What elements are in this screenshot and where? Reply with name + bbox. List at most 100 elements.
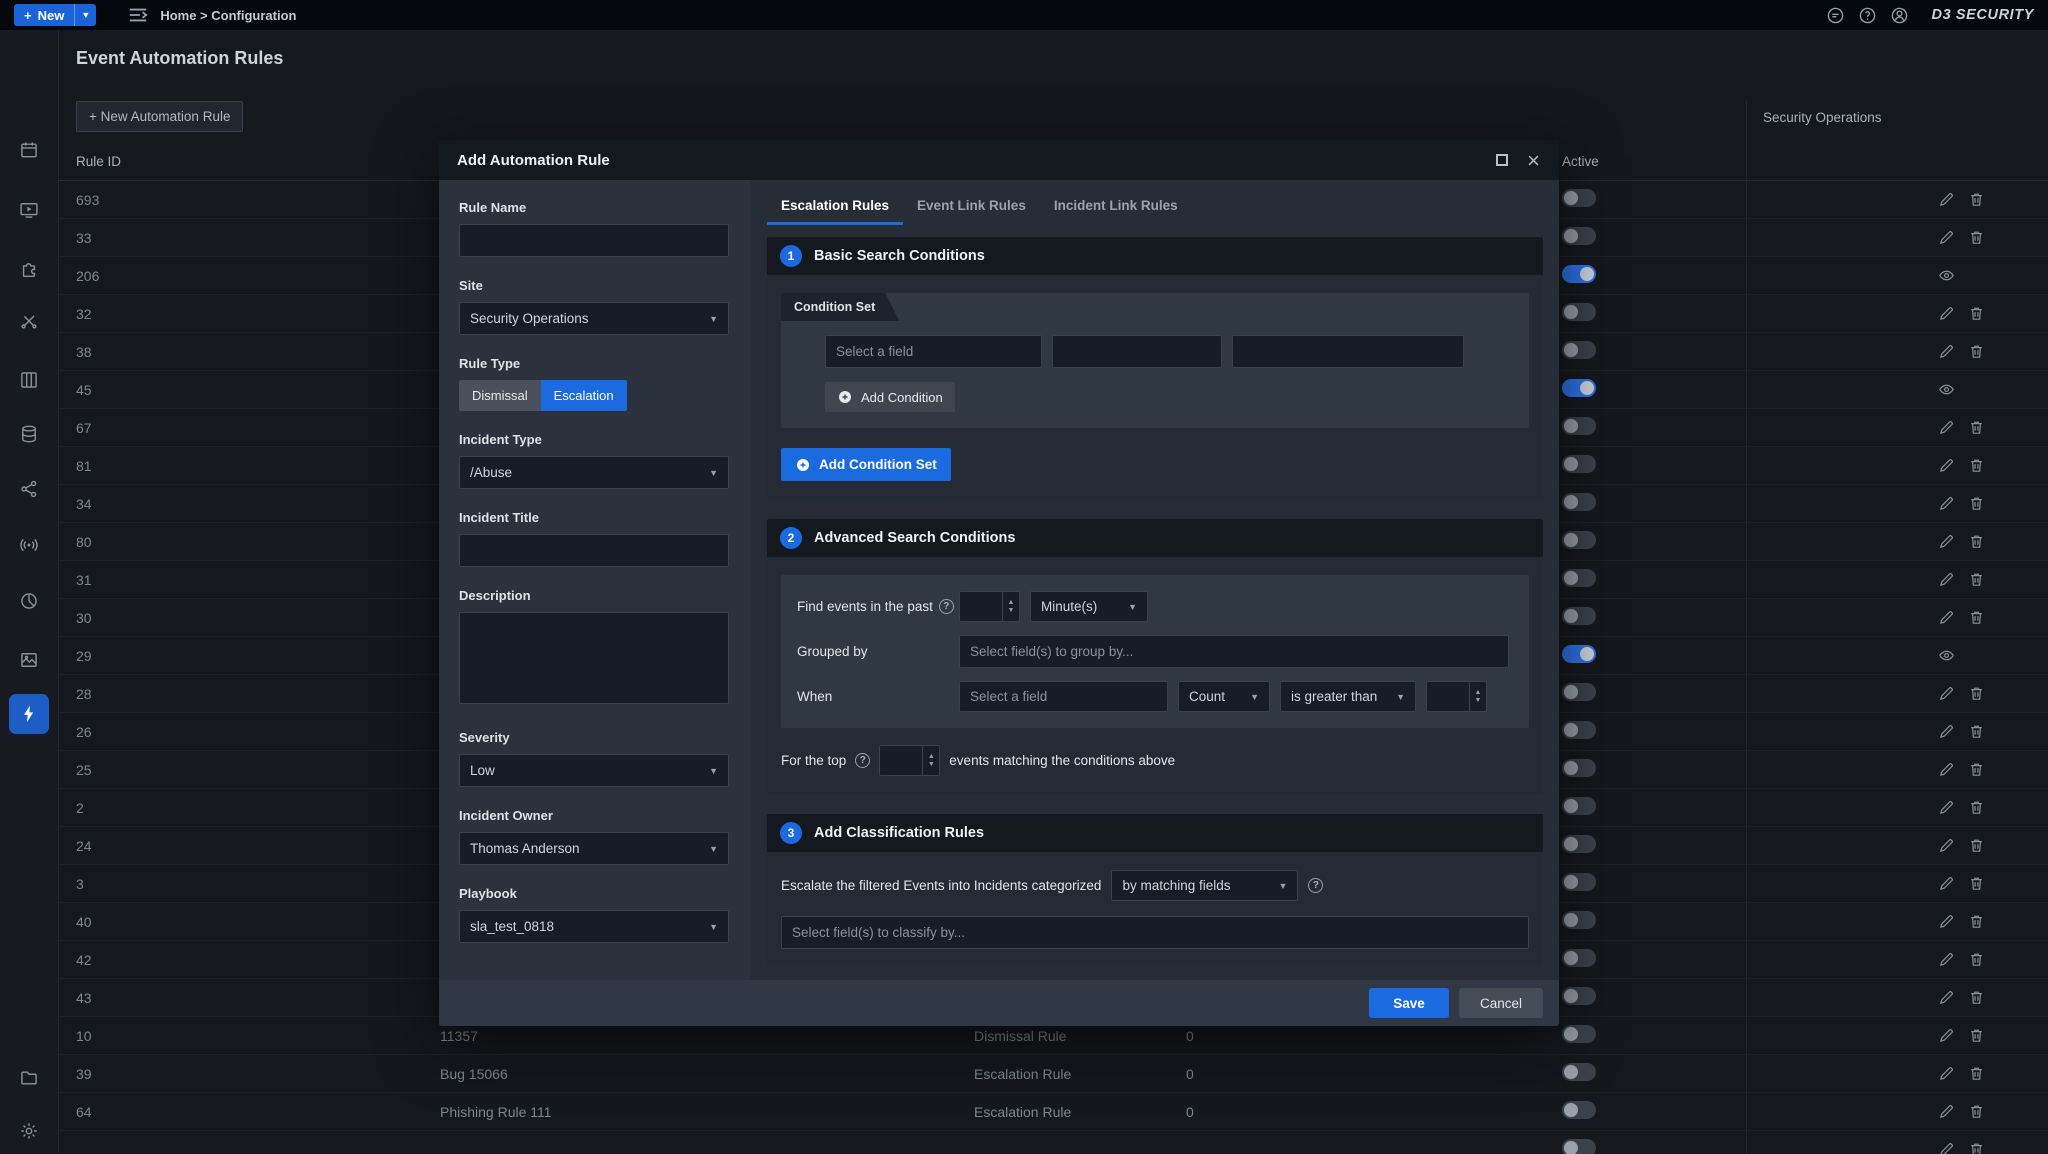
rule-name-input[interactable] — [459, 224, 729, 257]
active-toggle[interactable] — [1562, 797, 1596, 815]
add-condition-button[interactable]: Add Condition — [825, 382, 955, 412]
active-toggle[interactable] — [1562, 949, 1596, 967]
delete-trash-icon[interactable] — [1968, 191, 1985, 208]
active-toggle[interactable] — [1562, 607, 1596, 625]
active-toggle[interactable] — [1562, 1139, 1596, 1154]
active-toggle[interactable] — [1562, 303, 1596, 321]
tools-icon[interactable] — [9, 301, 49, 341]
new-split-button[interactable]: +New ▼ — [14, 4, 96, 26]
media-folder-icon[interactable] — [9, 1058, 49, 1098]
delete-trash-icon[interactable] — [1968, 875, 1985, 892]
grouped-by-input[interactable] — [959, 635, 1509, 668]
edit-pencil-icon[interactable] — [1938, 989, 1955, 1006]
delete-trash-icon[interactable] — [1968, 761, 1985, 778]
delete-trash-icon[interactable] — [1968, 343, 1985, 360]
integrations-puzzle-icon[interactable] — [9, 248, 49, 288]
add-condition-set-button[interactable]: Add Condition Set — [781, 448, 951, 481]
delete-trash-icon[interactable] — [1968, 305, 1985, 322]
active-toggle[interactable] — [1562, 265, 1596, 283]
board-icon[interactable] — [9, 360, 49, 400]
broadcast-icon[interactable] — [9, 525, 49, 565]
edit-pencil-icon[interactable] — [1938, 913, 1955, 930]
edit-pencil-icon[interactable] — [1938, 1141, 1955, 1154]
gallery-icon[interactable] — [9, 640, 49, 680]
edit-pencil-icon[interactable] — [1938, 571, 1955, 588]
active-toggle[interactable] — [1562, 379, 1596, 397]
active-toggle[interactable] — [1562, 683, 1596, 701]
delete-trash-icon[interactable] — [1968, 1065, 1985, 1082]
user-icon[interactable] — [1890, 6, 1909, 25]
delete-trash-icon[interactable] — [1968, 457, 1985, 474]
delete-trash-icon[interactable] — [1968, 419, 1985, 436]
help-icon[interactable]: ? — [939, 599, 954, 614]
site-select[interactable]: Security Operations▼ — [459, 302, 729, 335]
operator-select[interactable]: is greater than▼ — [1280, 681, 1416, 712]
condition-value-select[interactable] — [1232, 335, 1464, 368]
top-count-input[interactable] — [880, 746, 922, 775]
edit-pencil-icon[interactable] — [1938, 191, 1955, 208]
delete-trash-icon[interactable] — [1968, 951, 1985, 968]
monitor-play-icon[interactable] — [9, 190, 49, 230]
active-toggle[interactable] — [1562, 227, 1596, 245]
edit-pencil-icon[interactable] — [1938, 533, 1955, 550]
delete-trash-icon[interactable] — [1968, 913, 1985, 930]
edit-pencil-icon[interactable] — [1938, 761, 1955, 778]
calendar-icon[interactable] — [9, 130, 49, 170]
menu-toggle-icon[interactable] — [128, 7, 148, 23]
active-toggle[interactable] — [1562, 341, 1596, 359]
matching-mode-select[interactable]: by matching fields▼ — [1111, 870, 1298, 901]
help-icon[interactable]: ? — [855, 753, 870, 768]
description-textarea[interactable] — [459, 612, 729, 704]
edit-pencil-icon[interactable] — [1938, 419, 1955, 436]
active-toggle[interactable] — [1562, 1063, 1596, 1081]
delete-trash-icon[interactable] — [1968, 799, 1985, 816]
reports-icon[interactable] — [9, 581, 49, 621]
delete-trash-icon[interactable] — [1968, 1027, 1985, 1044]
playbook-select[interactable]: sla_test_0818▼ — [459, 910, 729, 943]
chat-icon[interactable] — [1826, 6, 1845, 25]
share-network-icon[interactable] — [9, 469, 49, 509]
edit-pencil-icon[interactable] — [1938, 495, 1955, 512]
active-toggle[interactable] — [1562, 1025, 1596, 1043]
edit-pencil-icon[interactable] — [1938, 343, 1955, 360]
active-toggle[interactable] — [1562, 645, 1596, 663]
stepper-arrows[interactable]: ▲▼ — [1469, 682, 1486, 711]
view-eye-icon[interactable] — [1938, 647, 1955, 664]
maximize-icon[interactable] — [1496, 154, 1508, 166]
delete-trash-icon[interactable] — [1968, 571, 1985, 588]
aggregation-select[interactable]: Count▼ — [1178, 681, 1270, 712]
condition-field-select[interactable]: Select a field — [825, 335, 1042, 368]
close-icon[interactable] — [1526, 153, 1541, 168]
edit-pencil-icon[interactable] — [1938, 1065, 1955, 1082]
severity-select[interactable]: Low▼ — [459, 754, 729, 787]
edit-pencil-icon[interactable] — [1938, 229, 1955, 246]
help-icon[interactable]: ? — [1308, 878, 1323, 893]
active-toggle[interactable] — [1562, 531, 1596, 549]
edit-pencil-icon[interactable] — [1938, 837, 1955, 854]
edit-pencil-icon[interactable] — [1938, 305, 1955, 322]
delete-trash-icon[interactable] — [1968, 1103, 1985, 1120]
time-unit-select[interactable]: Minute(s)▼ — [1030, 591, 1148, 622]
active-toggle[interactable] — [1562, 721, 1596, 739]
view-eye-icon[interactable] — [1938, 267, 1955, 284]
cancel-button[interactable]: Cancel — [1459, 988, 1543, 1018]
active-toggle[interactable] — [1562, 835, 1596, 853]
tab-event-link-rules[interactable]: Event Link Rules — [903, 190, 1040, 225]
delete-trash-icon[interactable] — [1968, 1141, 1985, 1154]
tab-escalation-rules[interactable]: Escalation Rules — [767, 190, 903, 225]
active-toggle[interactable] — [1562, 987, 1596, 1005]
rule-type-escalation-button[interactable]: Escalation — [541, 380, 627, 411]
delete-trash-icon[interactable] — [1968, 609, 1985, 626]
active-toggle[interactable] — [1562, 1101, 1596, 1119]
active-toggle[interactable] — [1562, 873, 1596, 891]
delete-trash-icon[interactable] — [1968, 989, 1985, 1006]
delete-trash-icon[interactable] — [1968, 495, 1985, 512]
incident-owner-select[interactable]: Thomas Anderson▼ — [459, 832, 729, 865]
edit-pencil-icon[interactable] — [1938, 799, 1955, 816]
active-toggle[interactable] — [1562, 911, 1596, 929]
edit-pencil-icon[interactable] — [1938, 875, 1955, 892]
time-amount-input[interactable] — [960, 592, 1002, 621]
incident-title-input[interactable] — [459, 534, 729, 567]
condition-set-tab[interactable]: Condition Set — [781, 293, 899, 321]
new-dropdown-caret[interactable]: ▼ — [74, 4, 96, 26]
